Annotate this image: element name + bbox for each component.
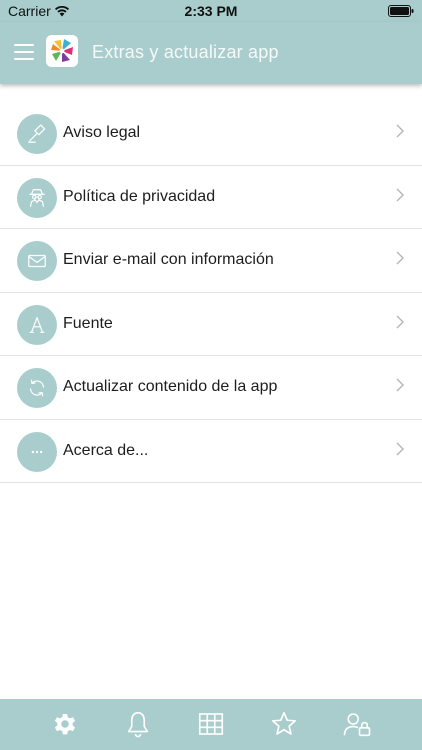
chevron-right-icon <box>396 315 404 328</box>
status-bar: Carrier 2:33 PM <box>0 0 422 22</box>
menu-item-label: Política de privacidad <box>63 187 216 205</box>
font-icon <box>17 304 57 345</box>
bell-icon <box>127 711 149 738</box>
menu-item-politica-privacidad[interactable]: Política de privacidad <box>0 166 422 229</box>
menu-item-enviar-email[interactable]: Enviar e-mail con información <box>0 229 422 293</box>
menu-item-aviso-legal[interactable]: Aviso legal <box>0 102 422 166</box>
menu-item-fuente[interactable]: Fuente <box>0 293 422 356</box>
hamburger-icon[interactable] <box>14 44 34 60</box>
tab-grid[interactable] <box>195 708 227 740</box>
chevron-right-icon <box>396 124 404 138</box>
page-title: Extras y actualizar app <box>92 42 279 62</box>
tab-account[interactable] <box>341 708 373 740</box>
menu-item-label: Aviso legal <box>63 124 141 141</box>
app-header: Extras y actualizar app <box>0 22 422 84</box>
menu-item-label: Actualizar contenido de la app <box>63 378 278 395</box>
star-icon <box>271 711 297 735</box>
bottom-tab-bar <box>0 699 422 750</box>
more-icon <box>17 431 57 472</box>
chevron-right-icon <box>396 378 404 392</box>
settings-menu-list: Aviso legal Política de privacidad Envia… <box>0 102 422 483</box>
menu-item-label: Acerca de... <box>63 441 149 459</box>
chevron-right-icon <box>396 188 404 201</box>
menu-item-acerca-de[interactable]: Acerca de... <box>0 420 422 483</box>
grid-icon <box>198 713 224 735</box>
envelope-icon <box>17 241 57 281</box>
gear-icon <box>54 714 76 735</box>
tab-settings[interactable] <box>49 708 81 740</box>
menu-item-actualizar-contenido[interactable]: Actualizar contenido de la app <box>0 356 422 420</box>
menu-item-label: Fuente <box>63 314 113 332</box>
menu-item-label: Enviar e-mail con información <box>63 251 274 268</box>
user-lock-icon <box>343 713 371 737</box>
tab-notifications[interactable] <box>122 708 154 740</box>
spy-icon <box>17 177 57 218</box>
chevron-right-icon <box>396 251 404 265</box>
tab-favorites[interactable] <box>268 708 300 740</box>
app-logo <box>46 35 78 67</box>
battery-icon <box>388 5 414 17</box>
refresh-icon <box>17 368 57 408</box>
chevron-right-icon <box>396 442 404 455</box>
gavel-icon <box>17 114 57 154</box>
status-time: 2:33 PM <box>184 3 238 19</box>
